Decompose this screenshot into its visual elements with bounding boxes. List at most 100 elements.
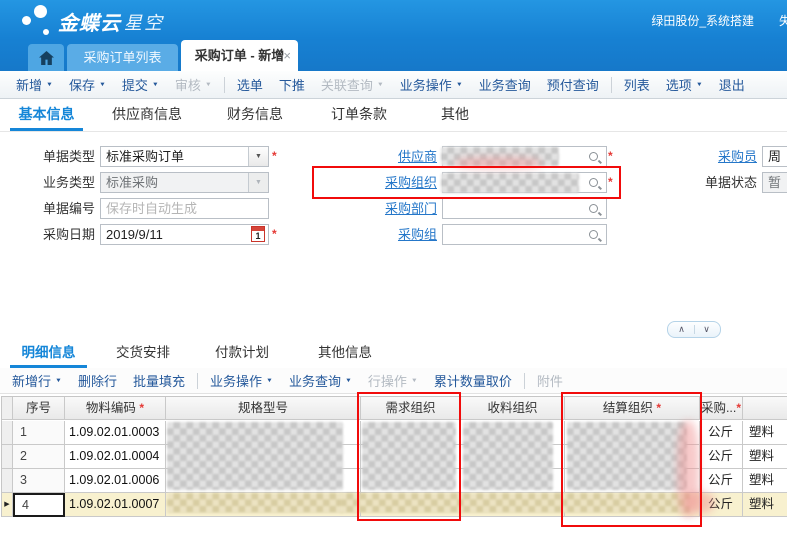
- user-org-label[interactable]: 绿田股份_系统搭建: [651, 12, 754, 29]
- row-gutter[interactable]: [2, 469, 13, 493]
- col-header-demand-org[interactable]: 需求组织: [361, 397, 461, 420]
- cell-unit[interactable]: 公斤: [700, 421, 743, 445]
- kingdee-logo-text: 金蝶云: [58, 7, 121, 36]
- tab-order-terms[interactable]: 订单条款: [329, 100, 389, 128]
- masked-spec-values: [167, 422, 343, 490]
- cell-seq-selected[interactable]: 4: [13, 493, 65, 517]
- col-header-spec[interactable]: 规格型号: [166, 397, 361, 420]
- doc-no-field[interactable]: 保存时自动生成: [100, 198, 269, 219]
- chevron-down-icon: ▼: [456, 82, 463, 88]
- user-extra-cut[interactable]: 失: [779, 12, 787, 29]
- search-icon[interactable]: [588, 203, 601, 216]
- buyer-field[interactable]: 周: [762, 146, 787, 167]
- cell-name[interactable]: 塑料: [743, 493, 787, 517]
- search-icon[interactable]: [588, 151, 601, 164]
- tab-payment-plan[interactable]: 付款计划: [213, 340, 271, 365]
- calendar-icon[interactable]: 1: [251, 226, 265, 242]
- col-header-receive-org[interactable]: 收料组织: [461, 397, 565, 420]
- delete-row-button[interactable]: 删除行: [70, 371, 125, 390]
- chevron-down-icon: ▼: [377, 82, 384, 88]
- cell-seq[interactable]: 3: [13, 469, 65, 493]
- search-icon[interactable]: [588, 177, 601, 190]
- purchase-dept-field[interactable]: [442, 198, 607, 219]
- tab-other-info[interactable]: 其他信息: [317, 340, 373, 365]
- purchase-group-link[interactable]: 采购组: [398, 227, 437, 242]
- purchase-date-value: 2019/9/11: [106, 227, 163, 242]
- cell-seq[interactable]: 1: [13, 421, 65, 445]
- business-query-button[interactable]: 业务查询: [471, 75, 539, 94]
- exit-button[interactable]: 退出: [711, 75, 753, 94]
- close-icon[interactable]: ×: [283, 40, 291, 71]
- tab-detail-info[interactable]: 明细信息: [10, 340, 87, 368]
- toolbar-separator: [524, 373, 525, 389]
- doc-type-label: 单据类型: [0, 146, 95, 167]
- purchase-org-link[interactable]: 采购组织: [385, 175, 437, 190]
- main-toolbar: 新增▼ 保存▼ 提交▼ 审核▼ 选单 下推 关联查询▼ 业务操作▼ 业务查询 预…: [0, 71, 787, 99]
- chevron-down-icon: ▼: [411, 378, 418, 384]
- doc-no-label: 单据编号: [0, 198, 95, 219]
- cell-seq[interactable]: 2: [13, 445, 65, 469]
- submit-button[interactable]: 提交▼: [114, 75, 167, 94]
- search-icon[interactable]: [588, 229, 601, 242]
- supplier-link[interactable]: 供应商: [398, 149, 437, 164]
- cell-name[interactable]: 塑料: [743, 421, 787, 445]
- tab-delivery-schedule[interactable]: 交货安排: [115, 340, 171, 365]
- tab-po-list[interactable]: 采购订单列表: [67, 44, 178, 71]
- col-header-last[interactable]: [743, 397, 787, 420]
- chevron-down-icon[interactable]: ▼: [248, 147, 268, 166]
- options-button[interactable]: 选项▼: [658, 75, 711, 94]
- cell-name[interactable]: 塑料: [743, 469, 787, 493]
- row-gutter[interactable]: [2, 445, 13, 469]
- cell-unit[interactable]: 公斤: [700, 469, 743, 493]
- masked-demand-org-values: [362, 422, 456, 490]
- cell-material-code[interactable]: 1.09.02.01.0004: [65, 445, 166, 469]
- biz-type-value: 标准采购: [106, 175, 158, 190]
- kingdee-logo-suffix: 星空: [124, 9, 164, 35]
- doc-type-value: 标准采购订单: [106, 149, 184, 164]
- purchase-date-field[interactable]: 2019/9/11 1: [100, 224, 269, 245]
- push-down-button[interactable]: 下推: [271, 75, 313, 94]
- detail-business-query-button[interactable]: 业务查询▼: [281, 371, 360, 390]
- cell-material-code[interactable]: 1.09.02.01.0006: [65, 469, 166, 493]
- cell-name[interactable]: 塑料: [743, 445, 787, 469]
- detail-tabbar: 明细信息 交货安排 付款计划 其他信息: [0, 340, 787, 369]
- collapse-up-button[interactable]: ∧: [670, 323, 694, 336]
- col-header-purchase-unit[interactable]: 采购...*: [700, 397, 743, 420]
- tab-supplier-info[interactable]: 供应商信息: [112, 100, 182, 128]
- tab-basic-info[interactable]: 基本信息: [10, 100, 83, 131]
- grid-corner: [2, 397, 13, 420]
- biz-type-label: 业务类型: [0, 172, 95, 193]
- purchase-group-field[interactable]: [442, 224, 607, 245]
- add-row-button[interactable]: 新增行▼: [4, 371, 70, 390]
- doc-type-select[interactable]: 标准采购订单 ▼: [100, 146, 269, 167]
- app-header: 金蝶云 星空 绿田股份_系统搭建 失: [0, 0, 787, 38]
- row-gutter[interactable]: [2, 421, 13, 445]
- col-header-material-code[interactable]: 物料编码 *: [65, 397, 166, 420]
- cumulative-qty-pricing-button[interactable]: 累计数量取价: [426, 371, 520, 390]
- business-operation-button[interactable]: 业务操作▼: [392, 75, 471, 94]
- col-header-seq[interactable]: 序号: [13, 397, 65, 420]
- purchase-date-label: 采购日期: [0, 224, 95, 245]
- tab-home[interactable]: [28, 44, 64, 71]
- prepay-query-button[interactable]: 预付查询: [539, 75, 607, 94]
- buyer-link[interactable]: 采购员: [718, 149, 757, 164]
- col-header-settle-org[interactable]: 结算组织 *: [565, 397, 700, 420]
- tab-finance-info[interactable]: 财务信息: [225, 100, 285, 128]
- list-button[interactable]: 列表: [616, 75, 658, 94]
- cell-material-code[interactable]: 1.09.02.01.0003: [65, 421, 166, 445]
- home-icon: [39, 51, 54, 65]
- new-button[interactable]: 新增▼: [8, 75, 61, 94]
- masked-receive-org-values: [463, 422, 553, 490]
- collapse-down-button[interactable]: ∨: [695, 323, 719, 336]
- batch-fill-button[interactable]: 批量填充: [125, 371, 193, 390]
- tab-po-new[interactable]: 采购订单 - 新增 ×: [181, 40, 298, 71]
- tab-other[interactable]: 其他: [437, 100, 473, 128]
- cell-unit[interactable]: 公斤: [700, 445, 743, 469]
- pick-button[interactable]: 选单: [229, 75, 271, 94]
- detail-business-operation-button[interactable]: 业务操作▼: [202, 371, 281, 390]
- section-tabbar: 基本信息 供应商信息 财务信息 订单条款 其他: [0, 100, 787, 132]
- row-gutter-selected[interactable]: ▶: [2, 493, 13, 517]
- purchase-dept-link[interactable]: 采购部门: [385, 201, 437, 216]
- cell-material-code[interactable]: 1.09.02.01.0007: [65, 493, 166, 517]
- save-button[interactable]: 保存▼: [61, 75, 114, 94]
